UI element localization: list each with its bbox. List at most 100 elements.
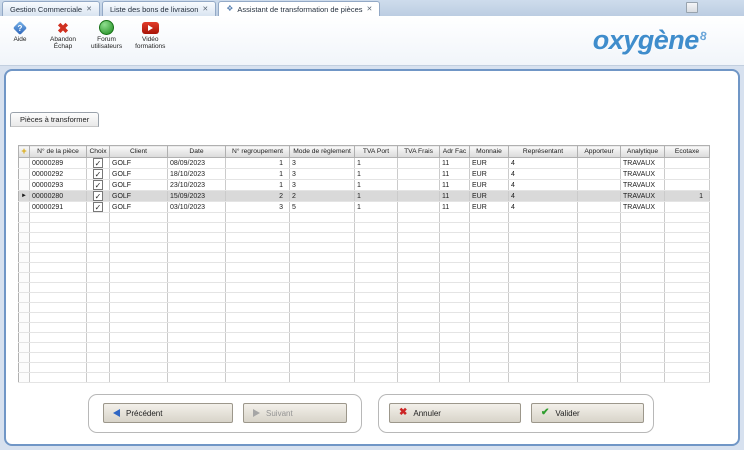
column-header-date[interactable]: Date [168,146,226,158]
tab-gestion-commerciale[interactable]: Gestion Commerciale ✕ [2,1,100,16]
cell-apporteur [578,213,621,223]
column-header-client[interactable]: Client [110,146,168,158]
precedent-button[interactable]: Précédent [103,403,233,423]
row-marker-cell [19,263,30,273]
column-header-regroupement[interactable]: N° regroupement [226,146,290,158]
empty-table-row[interactable] [19,363,710,373]
column-header-tva_frais[interactable]: TVA Frais [398,146,440,158]
add-row-button[interactable]: + [19,146,30,158]
wizard-icon: ❖ [226,5,233,13]
column-header-ecotaxe[interactable]: Ecotaxe [665,146,710,158]
empty-table-row[interactable] [19,373,710,383]
empty-table-row[interactable] [19,353,710,363]
column-header-apporteur[interactable]: Apporteur [578,146,621,158]
column-header-mode_reglement[interactable]: Mode de règlement [290,146,355,158]
row-checkbox[interactable]: ✓ [93,191,103,201]
cell-choix [87,233,110,243]
toolbar-button-label: formations [135,43,165,50]
cell-ecotaxe [665,353,710,363]
cell-representant [509,273,578,283]
row-checkbox[interactable]: ✓ [93,180,103,190]
cell-representant [509,293,578,303]
column-header-representant[interactable]: Représentant [509,146,578,158]
cell-ecotaxe [665,169,710,180]
page-tab-pieces-a-transformer[interactable]: Pièces à transformer [10,112,99,127]
cell-client: GOLF [110,158,168,169]
empty-table-row[interactable] [19,223,710,233]
toolbar-buttons: ? Aide ✖ AbandonÉchap Forumutilisateurs … [5,19,165,51]
close-icon[interactable]: ✕ [202,6,208,13]
video-button[interactable]: Vidéoformations [135,19,165,51]
empty-table-row[interactable] [19,233,710,243]
tab-liste-bons-livraison[interactable]: Liste des bons de livraison ✕ [102,1,216,16]
empty-table-row[interactable] [19,293,710,303]
cell-monnaie [470,303,509,313]
cell-client [110,343,168,353]
column-header-analytique[interactable]: Analytique [621,146,665,158]
cell-regroupement: 3 [226,202,290,213]
arrow-left-icon [113,409,120,417]
cell-client [110,353,168,363]
cell-representant: 4 [509,180,578,191]
empty-table-row[interactable] [19,273,710,283]
close-icon[interactable]: ✕ [367,6,373,13]
cell-choix: ✓ [87,202,110,213]
column-header-adr_fac[interactable]: Adr Fac [440,146,470,158]
cell-apporteur [578,303,621,313]
empty-table-row[interactable] [19,243,710,253]
cell-tva_port [355,233,398,243]
window-menu-icon[interactable] [686,2,698,13]
row-checkbox[interactable]: ✓ [93,169,103,179]
annuler-button[interactable]: ✖ Annuler [389,403,521,423]
tab-assistant-transformation[interactable]: ❖ Assistant de transformation de pièces … [218,1,380,16]
column-header-choix[interactable]: Choix [87,146,110,158]
cell-monnaie: EUR [470,202,509,213]
valider-button[interactable]: ✔ Valider [531,403,644,423]
close-icon[interactable]: ✕ [86,6,92,13]
cell-date [168,233,226,243]
cell-choix [87,353,110,363]
cell-adr_fac [440,273,470,283]
suivant-button[interactable]: Suivant [243,403,347,423]
cell-analytique [621,253,665,263]
cell-apporteur [578,323,621,333]
cell-apporteur [578,313,621,323]
cell-tva_frais [398,373,440,383]
cell-representant [509,363,578,373]
cell-mode_reglement [290,213,355,223]
empty-table-row[interactable] [19,263,710,273]
cell-choix: ✓ [87,169,110,180]
empty-table-row[interactable] [19,283,710,293]
column-header-piece[interactable]: N° de la pièce [30,146,87,158]
abandon-button[interactable]: ✖ AbandonÉchap [48,19,78,51]
forum-button[interactable]: Forumutilisateurs [91,19,122,51]
cell-representant: 4 [509,169,578,180]
row-checkbox[interactable]: ✓ [93,158,103,168]
cell-adr_fac [440,313,470,323]
cell-tva_frais [398,169,440,180]
empty-table-row[interactable] [19,313,710,323]
cell-monnaie [470,233,509,243]
empty-table-row[interactable] [19,323,710,333]
table-row[interactable]: 00000289✓GOLF08/09/202313111EUR4TRAVAUX [19,158,710,169]
empty-table-row[interactable] [19,343,710,353]
cell-mode_reglement [290,283,355,293]
aide-button[interactable]: ? Aide [5,19,35,51]
empty-table-row[interactable] [19,213,710,223]
cell-date: 23/10/2023 [168,180,226,191]
cell-client [110,323,168,333]
column-header-tva_port[interactable]: TVA Port [355,146,398,158]
cell-representant [509,223,578,233]
column-header-monnaie[interactable]: Monnaie [470,146,509,158]
row-checkbox[interactable]: ✓ [93,202,103,212]
cell-tva_frais [398,213,440,223]
cell-choix [87,213,110,223]
empty-table-row[interactable] [19,333,710,343]
table-row[interactable]: 00000293✓GOLF23/10/202313111EUR4TRAVAUX [19,180,710,191]
table-row[interactable]: ►00000280✓GOLF15/09/202322111EUR4TRAVAUX… [19,191,710,202]
empty-table-row[interactable] [19,303,710,313]
table-row[interactable]: 00000292✓GOLF18/10/202313111EUR4TRAVAUX [19,169,710,180]
table-row[interactable]: 00000291✓GOLF03/10/202335111EUR4TRAVAUX [19,202,710,213]
cell-choix [87,313,110,323]
empty-table-row[interactable] [19,253,710,263]
